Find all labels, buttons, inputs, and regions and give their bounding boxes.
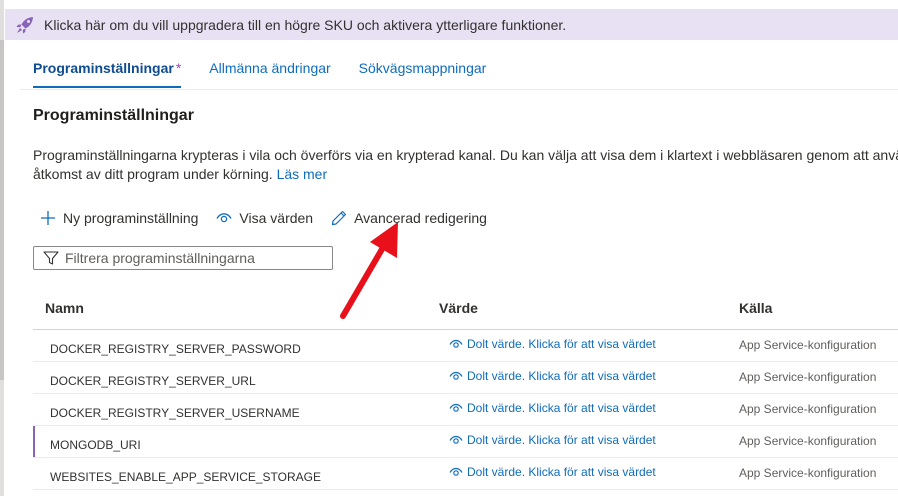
rocket-icon — [15, 15, 35, 35]
learn-more-link[interactable]: Läs mer — [277, 166, 328, 182]
setting-source: App Service-konfiguration — [739, 466, 877, 480]
advanced-edit-button[interactable]: Avancerad redigering — [331, 210, 487, 226]
column-header-value[interactable]: Värde — [439, 300, 478, 316]
scrollbar-thumb[interactable] — [0, 40, 4, 380]
eye-icon — [449, 403, 463, 412]
description-line-2: åtkomst av ditt program under körning. — [33, 166, 273, 182]
column-header-source[interactable]: Källa — [739, 300, 772, 316]
show-values-button[interactable]: Visa värden — [216, 210, 313, 226]
table-row[interactable]: DOCKER_REGISTRY_SERVER_USERNAME Dolt vär… — [33, 394, 898, 426]
table-header: Namn Värde Källa — [33, 292, 898, 330]
upgrade-banner[interactable]: Klicka här om du vill uppgradera till en… — [5, 9, 898, 40]
eye-icon — [449, 339, 463, 348]
filter-input[interactable] — [65, 250, 315, 266]
table-row[interactable]: WEBSITES_ENABLE_APP_SERVICE_STORAGE Dolt… — [33, 458, 898, 490]
tab-bar: Programinställningar * Allmänna ändringar… — [33, 56, 514, 90]
table-row[interactable]: MONGODB_URI Dolt värde. Klicka för att v… — [33, 426, 898, 458]
tab-label: Programinställningar — [33, 60, 174, 76]
new-setting-label: Ny programinställning — [63, 210, 199, 226]
show-values-label: Visa värden — [239, 210, 314, 226]
hidden-value-link[interactable]: Dolt värde. Klicka för att visa värdet — [449, 401, 656, 415]
setting-source: App Service-konfiguration — [739, 338, 877, 352]
table-row[interactable]: DOCKER_REGISTRY_SERVER_PASSWORD Dolt vär… — [33, 330, 898, 362]
hidden-value-text: Dolt värde. Klicka för att visa värdet — [467, 401, 656, 415]
tab-label: Sökvägsmappningar — [358, 60, 487, 76]
toolbar: Ny programinställning Visa värden Avance… — [40, 210, 505, 226]
hidden-value-link[interactable]: Dolt värde. Klicka för att visa värdet — [449, 337, 656, 351]
eye-icon — [449, 435, 463, 444]
advanced-edit-label: Avancerad redigering — [354, 210, 487, 226]
banner-text[interactable]: Klicka här om du vill uppgradera till en… — [44, 17, 566, 33]
setting-name[interactable]: MONGODB_URI — [50, 438, 141, 452]
pencil-icon — [331, 210, 347, 226]
hidden-value-link[interactable]: Dolt värde. Klicka för att visa värdet — [449, 465, 656, 479]
tab-path-mappings[interactable]: Sökvägsmappningar — [359, 56, 487, 90]
setting-name[interactable]: WEBSITES_ENABLE_APP_SERVICE_STORAGE — [50, 470, 321, 484]
page-title: Programinställningar — [33, 107, 194, 124]
hidden-value-text: Dolt värde. Klicka för att visa värdet — [467, 433, 656, 447]
filter-box[interactable] — [33, 246, 333, 270]
setting-name[interactable]: DOCKER_REGISTRY_SERVER_URL — [50, 374, 256, 388]
setting-source: App Service-konfiguration — [739, 370, 877, 384]
eye-icon — [449, 371, 463, 380]
hidden-value-link[interactable]: Dolt värde. Klicka för att visa värdet — [449, 369, 656, 383]
page-description: Programinställningarna krypteras i vila … — [33, 146, 898, 184]
new-setting-button[interactable]: Ny programinställning — [40, 210, 198, 226]
tab-label: Allmänna ändringar — [209, 60, 331, 76]
hidden-value-text: Dolt värde. Klicka för att visa värdet — [467, 369, 656, 383]
eye-icon — [216, 213, 232, 223]
plus-icon — [41, 211, 55, 225]
filter-icon — [43, 251, 59, 265]
eye-icon — [449, 467, 463, 476]
hidden-value-link[interactable]: Dolt värde. Klicka för att visa värdet — [449, 433, 656, 447]
tab-app-settings[interactable]: Programinställningar * — [33, 56, 182, 90]
description-line-1: Programinställningarna krypteras i vila … — [33, 147, 898, 163]
setting-source: App Service-konfiguration — [739, 434, 877, 448]
modified-marker: * — [175, 60, 182, 76]
tab-general-settings[interactable]: Allmänna ändringar — [209, 56, 330, 90]
hidden-value-text: Dolt värde. Klicka för att visa värdet — [467, 337, 656, 351]
setting-name[interactable]: DOCKER_REGISTRY_SERVER_USERNAME — [50, 406, 300, 420]
setting-source: App Service-konfiguration — [739, 402, 877, 416]
setting-name[interactable]: DOCKER_REGISTRY_SERVER_PASSWORD — [50, 342, 301, 356]
table-row[interactable]: DOCKER_REGISTRY_SERVER_URL Dolt värde. K… — [33, 362, 898, 394]
tab-divider — [20, 89, 898, 90]
column-header-name[interactable]: Namn — [45, 300, 84, 316]
hidden-value-text: Dolt värde. Klicka för att visa värdet — [467, 465, 656, 479]
